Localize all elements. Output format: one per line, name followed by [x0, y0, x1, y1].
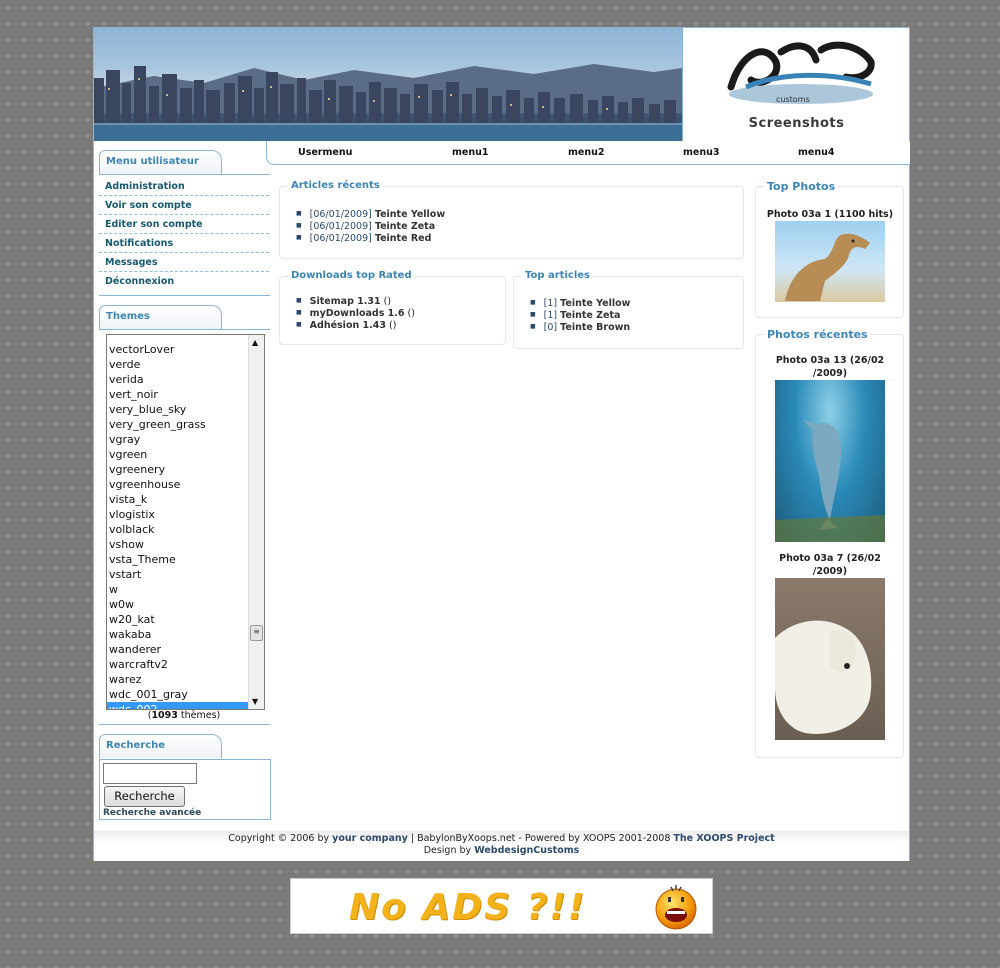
photo-caption: Photo 03a 7 (26/02 /2009) [779, 553, 881, 577]
shouting-smiley-icon [655, 885, 697, 930]
theme-option[interactable]: w20_kat [107, 612, 249, 627]
recent-articles-title: Articles récents [288, 180, 383, 191]
top-photos-block: Top Photos Photo 03a 1 (1100 hits) [755, 180, 904, 318]
theme-option[interactable]: vshow [107, 537, 249, 552]
list-item[interactable]: Sitemap 1.31 () [296, 295, 415, 307]
theme-option[interactable]: wdc_001_gray [107, 687, 249, 702]
topmenu-item-menu1[interactable]: menu1 [452, 147, 488, 158]
photo-caption: Photo 03a 1 (1100 hits) [766, 209, 894, 220]
theme-option[interactable]: very_blue_sky [107, 402, 249, 417]
divider [99, 295, 270, 296]
list-item[interactable]: [0] Teinte Brown [530, 321, 630, 333]
search-button[interactable]: Recherche [104, 786, 185, 807]
footer-line-2: Design by WebdesignCustoms [423, 845, 580, 856]
downloads-top-rated-block: Downloads top Rated Sitemap 1.31 () myDo… [279, 270, 506, 345]
theme-option[interactable]: vgreen [107, 447, 249, 462]
recent-photos-block: Photos récentes Photo 03a 13 (26/02 /200… [755, 328, 904, 758]
list-item[interactable]: myDownloads 1.6 () [296, 307, 415, 319]
recent-photos-title: Photos récentes [764, 328, 871, 341]
theme-option-selected[interactable]: wdc_002 [107, 702, 249, 709]
site-logo: customs [727, 41, 875, 104]
theme-option[interactable]: verida [107, 372, 249, 387]
theme-option[interactable]: very_green_grass [107, 417, 249, 432]
top-articles-block: Top articles [1] Teinte Yellow [1] Teint… [513, 270, 744, 349]
page-container: customs Screenshots Usermenu menu1 menu2… [93, 27, 910, 861]
downloads-list: Sitemap 1.31 () myDownloads 1.6 () Adhés… [296, 295, 415, 331]
theme-option[interactable]: volblack [107, 522, 249, 537]
usermenu-item-administration[interactable]: Administration [99, 177, 269, 196]
footer-line-1: Copyright © 2006 by your company | Babyl… [228, 833, 775, 844]
theme-option[interactable]: vstart [107, 567, 249, 582]
theme-option[interactable]: vectorLover [107, 342, 249, 357]
company-link[interactable]: your company [332, 833, 408, 844]
scrollbar-thumb[interactable]: ≡ [250, 625, 263, 641]
logo-caption: Screenshots [748, 116, 845, 131]
topmenu-item-usermenu[interactable]: Usermenu [298, 147, 352, 158]
theme-option[interactable]: vgreenhouse [107, 477, 249, 492]
user-menu-title: Menu utilisateur [99, 150, 222, 174]
scroll-up-icon[interactable]: ▲ [252, 338, 258, 347]
designer-link[interactable]: WebdesignCustoms [474, 845, 579, 856]
svg-text:customs: customs [776, 95, 810, 104]
usermenu-item-notifications[interactable]: Notifications [99, 234, 269, 253]
topmenu-item-menu2[interactable]: menu2 [568, 147, 604, 158]
theme-option[interactable]: w [107, 582, 249, 597]
theme-option[interactable]: warez [107, 672, 249, 687]
dolphin-photo[interactable] [775, 380, 885, 542]
divider [99, 329, 270, 330]
theme-option[interactable]: vert_noir [107, 387, 249, 402]
user-menu: Administration Voir son compte Editer so… [99, 177, 269, 291]
no-ads-banner[interactable]: No ADS ?!! [290, 878, 713, 934]
header-banner-image [94, 28, 682, 141]
usermenu-item-deconnexion[interactable]: Déconnexion [99, 272, 269, 291]
usermenu-item-editer-compte[interactable]: Editer son compte [99, 215, 269, 234]
recent-articles-list: [06/01/2009] Teinte Yellow [06/01/2009] … [296, 208, 445, 244]
camel-photo[interactable] [775, 221, 885, 302]
search-input[interactable] [103, 763, 197, 784]
list-item[interactable]: Adhésion 1.43 () [296, 319, 415, 331]
theme-option[interactable]: w0w [107, 597, 249, 612]
topmenu-item-menu4[interactable]: menu4 [798, 147, 834, 158]
no-ads-text: No ADS ?!! [349, 887, 587, 928]
search-title: Recherche [99, 734, 222, 758]
list-item[interactable]: [1] Teinte Zeta [530, 309, 630, 321]
theme-option[interactable]: vista_k [107, 492, 249, 507]
divider [99, 174, 270, 175]
photo-caption: Photo 03a 13 (26/02 /2009) [775, 355, 885, 379]
list-item[interactable]: [06/01/2009] Teinte Red [296, 232, 445, 244]
list-item[interactable]: [06/01/2009] Teinte Zeta [296, 220, 445, 232]
footer: Copyright © 2006 by your company | Babyl… [94, 831, 909, 861]
usermenu-item-voir-compte[interactable]: Voir son compte [99, 196, 269, 215]
top-menu-bar: Usermenu menu1 menu2 menu3 menu4 [266, 141, 910, 165]
scroll-down-icon[interactable]: ▼ [252, 697, 258, 706]
top-photos-title: Top Photos [764, 180, 839, 193]
theme-option[interactable]: wanderer [107, 642, 249, 657]
list-item[interactable]: [1] Teinte Yellow [530, 297, 631, 309]
theme-option[interactable]: wakaba [107, 627, 249, 642]
top-articles-list: [1] Teinte Yellow [1] Teinte Zeta [0] Te… [530, 297, 631, 333]
topmenu-item-menu3[interactable]: menu3 [683, 147, 719, 158]
polar-bear-photo[interactable] [775, 578, 885, 740]
theme-option[interactable]: vlogistix [107, 507, 249, 522]
advanced-search-link[interactable]: Recherche avancée [103, 808, 201, 818]
theme-option[interactable]: warcraftv2 [107, 657, 249, 672]
search-box: Recherche Recherche avancée [99, 759, 271, 820]
list-item[interactable]: [06/01/2009] Teinte Yellow [296, 208, 445, 220]
theme-count: (1093 thèmes) [147, 710, 221, 721]
theme-option[interactable]: vsta_Theme [107, 552, 249, 567]
theme-count-number: 1093 [151, 710, 178, 721]
top-articles-title: Top articles [522, 270, 593, 281]
theme-option[interactable]: vgreenery [107, 462, 249, 477]
recent-articles-block: Articles récents [06/01/2009] Teinte Yel… [279, 180, 744, 259]
theme-option[interactable]: verde [107, 357, 249, 372]
divider [99, 724, 270, 725]
theme-list-scrollbar[interactable]: ▲ ≡ ▼ [248, 335, 264, 709]
xoops-project-link[interactable]: The XOOPS Project [673, 833, 774, 844]
usermenu-item-messages[interactable]: Messages [99, 253, 269, 272]
theme-option[interactable]: vgray [107, 432, 249, 447]
logo-box: customs Screenshots [682, 28, 909, 141]
downloads-top-rated-title: Downloads top Rated [288, 270, 415, 281]
theme-select-list[interactable]: vectorLover verde verida vert_noir very_… [106, 334, 265, 710]
themes-title: Themes [99, 305, 222, 329]
